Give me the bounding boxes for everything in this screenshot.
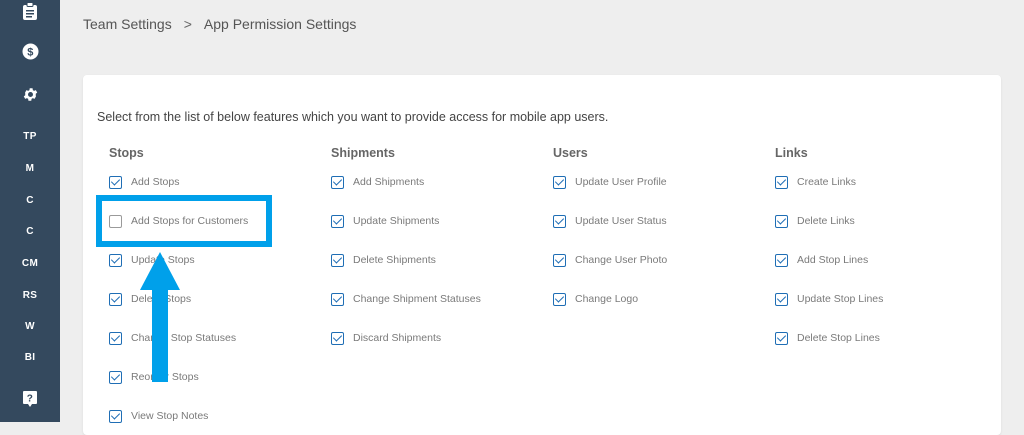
gear-icon[interactable] [0,86,60,103]
sidebar-item-bi[interactable]: BI [0,352,60,363]
column-title: Shipments [331,146,395,160]
permission-option[interactable]: Change Shipment Statuses [331,291,481,307]
checkbox-checked[interactable] [775,292,788,306]
permission-label: Update Shipments [353,215,440,227]
permission-option[interactable]: Update User Status [553,213,667,229]
breadcrumb-separator: > [183,16,192,32]
checkbox-checked[interactable] [553,175,566,189]
checkbox-checked[interactable] [109,370,122,384]
permission-option[interactable]: Change User Photo [553,252,667,268]
permission-option[interactable]: Add Stops [109,174,179,190]
permission-label: Update Stops [131,254,195,266]
breadcrumb-parent-link[interactable]: Team Settings [83,16,172,32]
checkbox-checked[interactable] [331,214,344,228]
permission-option[interactable]: Discard Shipments [331,330,441,346]
breadcrumb: Team Settings > App Permission Settings [83,16,356,32]
checkbox-unchecked[interactable] [109,214,122,228]
checkbox-checked[interactable] [775,175,788,189]
checkbox-checked[interactable] [331,292,344,306]
intro-text: Select from the list of below features w… [97,110,609,124]
permission-label: Update User Status [575,215,667,227]
checkbox-checked[interactable] [331,331,344,345]
permission-option[interactable]: Update User Profile [553,174,667,190]
permission-column-users: Users Update User Profile Update User Stat… [553,146,667,306]
checkbox-checked[interactable] [109,292,122,306]
checkbox-checked[interactable] [109,175,122,189]
permission-label: Add Shipments [353,176,425,188]
permission-label: Create Links [797,176,856,188]
permission-label: Add Stops [131,176,180,188]
permission-label: Delete Stops [131,293,192,305]
clipboard-icon[interactable] [0,2,60,20]
checkbox-checked[interactable] [109,253,122,267]
checkbox-checked[interactable] [775,331,788,345]
permission-label: Change Logo [575,293,639,305]
permission-column-shipments: Shipments Add Shipments Update Shipments De… [331,146,481,345]
sidebar-item-c[interactable]: C [0,195,60,206]
permission-label: Add Stop Lines [797,254,869,266]
column-title: Links [775,146,808,160]
checkbox-checked[interactable] [553,214,566,228]
permission-option[interactable]: Create Links [775,174,856,190]
checkbox-checked[interactable] [109,331,122,345]
column-title: Stops [109,146,144,160]
permission-option[interactable]: Change Logo [553,291,638,307]
sidebar-item-rs[interactable]: RS [0,290,60,301]
permission-label: Discard Shipments [353,332,442,344]
permission-label: Change Stop Statuses [131,332,237,344]
permission-option[interactable]: Delete Shipments [331,252,436,268]
permission-label: Change User Photo [575,254,668,266]
permission-column-stops: Stops Add Stops Add Stops for Customers Upd… [109,146,248,423]
permission-label: Update Stop Lines [797,293,884,305]
permission-option[interactable]: Update Shipments [331,213,439,229]
permission-label: Add Stops for Customers [131,215,249,227]
permission-label: Delete Links [797,215,855,227]
permission-option[interactable]: Reorder Stops [109,369,199,385]
breadcrumb-current: App Permission Settings [203,16,357,32]
permission-option[interactable]: Change Stop Statuses [109,330,236,346]
permission-option[interactable]: Update Stops [109,252,195,268]
svg-text:?: ? [27,394,33,405]
checkbox-checked[interactable] [775,214,788,228]
permission-label: View Stop Notes [131,410,209,422]
permission-option[interactable]: Delete Stops [109,291,191,307]
help-icon[interactable]: ? [0,390,60,408]
permission-label: Delete Stop Lines [797,332,880,344]
sidebar-item-w[interactable]: W [0,321,60,332]
dollar-icon[interactable]: $ [0,43,60,60]
permission-option[interactable]: Add Shipments [331,174,424,190]
checkbox-checked[interactable] [553,253,566,267]
sidebar-item-cm[interactable]: CM [0,258,60,269]
sidebar-item-m[interactable]: M [0,163,60,174]
checkbox-checked[interactable] [775,253,788,267]
svg-text:$: $ [27,47,33,59]
permission-option[interactable]: Update Stop Lines [775,291,883,307]
permission-option[interactable]: Delete Stop Lines [775,330,880,346]
column-title: Users [553,146,588,160]
permission-label: Update User Profile [575,176,667,188]
permission-option[interactable]: Add Stops for Customers [109,213,248,229]
checkbox-checked[interactable] [331,253,344,267]
sidebar: $ TP M C C CM RS W BI ? [0,0,60,422]
checkbox-checked[interactable] [331,175,344,189]
sidebar-item-tp[interactable]: TP [0,131,60,142]
permission-option[interactable]: Delete Links [775,213,855,229]
permission-option[interactable]: Add Stop Lines [775,252,868,268]
permission-label: Delete Shipments [353,254,436,266]
permission-label: Change Shipment Statuses [353,293,481,305]
checkbox-checked[interactable] [553,292,566,306]
sidebar-item-c-2[interactable]: C [0,226,60,237]
permission-column-links: Links Create Links Delete Links Add Stop Li… [775,146,883,345]
checkbox-checked[interactable] [109,409,122,423]
permission-label: Reorder Stops [131,371,199,383]
